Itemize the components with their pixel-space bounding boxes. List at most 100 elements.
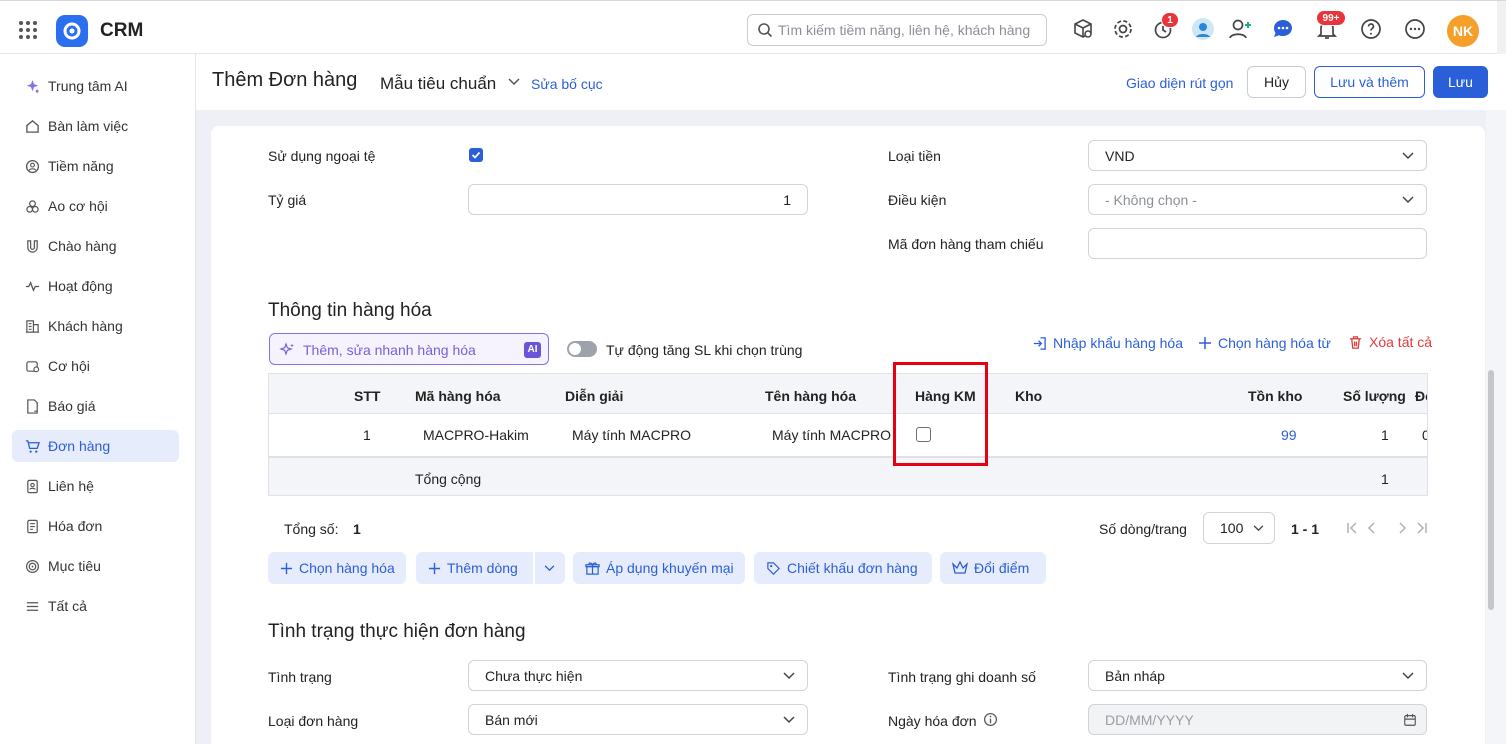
calendar-icon[interactable] <box>1403 713 1417 727</box>
app-launcher-icon[interactable] <box>19 21 37 39</box>
exchange-rate-label: Tỷ giá <box>268 192 307 208</box>
cell-code[interactable]: MACPRO-Hakim <box>423 427 529 443</box>
status-select[interactable]: Chưa thực hiện <box>468 660 808 691</box>
prev-page-icon[interactable] <box>1366 521 1376 535</box>
choose-goods-button[interactable]: Chọn hàng hóa <box>268 552 406 584</box>
promo-column-highlight <box>893 362 988 466</box>
total-row: Tổng cộng 1 <box>269 456 1427 495</box>
sidebar-item-leads[interactable]: Tiềm năng <box>12 150 179 182</box>
app-name: CRM <box>100 20 144 41</box>
user-avatar[interactable]: NK <box>1447 15 1479 47</box>
scrollbar-thumb[interactable] <box>1488 370 1494 610</box>
add-row-dropdown[interactable] <box>535 552 565 584</box>
rows-per-page-select[interactable]: 100 <box>1203 512 1275 544</box>
sidebar-item-workspace[interactable]: Bàn làm việc <box>12 110 179 142</box>
sidebar-item-activities[interactable]: Hoạt động <box>12 270 179 302</box>
sidebar-item-invoices[interactable]: Hóa đơn <box>12 510 179 542</box>
col-header-qty: Số lượng <box>1343 388 1406 404</box>
import-goods-link[interactable]: Nhập khẩu hàng hóa <box>1032 335 1183 351</box>
auto-increase-toggle[interactable] <box>567 341 597 357</box>
cell-name[interactable]: Máy tính MACPRO <box>772 427 891 443</box>
page-scrollbar[interactable] <box>1486 110 1506 744</box>
exchange-rate-field[interactable]: 1 <box>468 184 808 215</box>
sidebar-item-offers[interactable]: Chào hàng <box>12 230 179 262</box>
redeem-points-button[interactable]: Đổi điểm <box>940 552 1046 584</box>
sidebar-item-ai-center[interactable]: Trung tâm AI <box>12 70 179 102</box>
cell-qty[interactable]: 1 <box>1381 427 1389 443</box>
ref-order-field[interactable] <box>1088 228 1427 259</box>
cell-stock[interactable]: 99 <box>1281 427 1297 443</box>
choose-goods-from-label: Chọn hàng hóa từ <box>1218 335 1331 351</box>
ai-sparkle-icon <box>24 78 40 94</box>
help-icon[interactable] <box>1359 17 1385 43</box>
apply-promotion-button[interactable]: Áp dụng khuyến mại <box>573 552 745 584</box>
search-input[interactable] <box>778 21 1040 39</box>
cancel-button[interactable]: Hủy <box>1247 66 1306 98</box>
save-and-add-button[interactable]: Lưu và thêm <box>1314 66 1425 98</box>
sidebar-item-contacts[interactable]: Liên hệ <box>12 470 179 502</box>
last-page-icon[interactable] <box>1416 521 1428 535</box>
sidebar-item-customers[interactable]: Khách hàng <box>12 310 179 342</box>
global-search[interactable] <box>747 14 1047 46</box>
ref-order-label: Mã đơn hàng tham chiếu <box>888 236 1044 252</box>
save-button[interactable]: Lưu <box>1433 66 1488 98</box>
sidebar-item-label: Bàn làm việc <box>48 118 129 134</box>
chevron-down-icon[interactable] <box>508 78 520 86</box>
activity-icon <box>24 278 40 294</box>
assistant-avatar-icon[interactable] <box>1191 17 1217 43</box>
sidebar-item-goals[interactable]: Mục tiêu <box>12 550 179 582</box>
invoice-date-field[interactable]: DD/MM/YYYY <box>1088 704 1427 735</box>
sidebar-item-label: Tiềm năng <box>48 158 114 174</box>
sidebar-item-opportunity-pool[interactable]: Ao cơ hội <box>12 190 179 222</box>
page-range: 1 - 1 <box>1291 521 1320 537</box>
cell-description[interactable]: Máy tính MACPRO <box>572 427 691 443</box>
condition-select[interactable]: - Không chọn - <box>1088 184 1427 215</box>
sidebar-item-orders[interactable]: Đơn hàng <box>12 430 179 462</box>
package-search-icon[interactable] <box>1071 17 1097 43</box>
add-user-icon[interactable] <box>1228 17 1254 43</box>
search-icon <box>758 23 773 38</box>
ai-quick-edit-input[interactable]: Thêm, sửa nhanh hàng hóa AI <box>269 333 549 365</box>
sidebar-item-label: Trung tâm AI <box>48 78 128 94</box>
add-row-button[interactable]: Thêm dòng <box>416 552 533 584</box>
delete-all-link[interactable]: Xóa tất cả <box>1348 334 1432 350</box>
col-header-warehouse: Kho <box>1015 388 1043 404</box>
chevron-down-icon <box>544 564 555 571</box>
sidebar-item-all[interactable]: Tất cả <box>12 590 179 622</box>
compact-view-link[interactable]: Giao diện rút gọn <box>1126 75 1233 91</box>
cell-extra[interactable]: 0 <box>1422 427 1427 443</box>
sales-status-select[interactable]: Bản nháp <box>1088 660 1427 691</box>
plus-icon <box>1199 337 1211 349</box>
tag-icon <box>767 561 780 575</box>
order-discount-button[interactable]: Chiết khấu đơn hàng <box>754 552 932 584</box>
currency-select[interactable]: VND <box>1088 140 1427 171</box>
next-page-icon[interactable] <box>1398 521 1408 535</box>
more-options-icon[interactable] <box>1403 17 1429 43</box>
status-label: Tình trạng <box>268 669 332 685</box>
target-person-icon <box>24 158 40 174</box>
sidebar-item-opportunities[interactable]: Cơ hội <box>12 350 179 382</box>
col-header-extra: Đơ <box>1415 388 1427 404</box>
order-type-select[interactable]: Bán mới <box>468 704 808 735</box>
foreign-currency-checkbox[interactable] <box>469 148 483 162</box>
notification-badge: 99+ <box>1316 10 1346 26</box>
edit-layout-link[interactable]: Sửa bố cục <box>531 76 603 92</box>
building-icon <box>24 318 40 334</box>
col-header-code: Mã hàng hóa <box>415 388 501 404</box>
total-label: Tổng cộng <box>415 471 482 487</box>
sidebar-item-quotes[interactable]: Báo giá <box>12 390 179 422</box>
add-row-label: Thêm dòng <box>447 560 518 576</box>
choose-goods-label: Chọn hàng hóa <box>299 560 395 576</box>
auto-increase-label: Tự động tăng SL khi chọn trùng <box>606 342 803 358</box>
ai-tag: AI <box>524 342 541 358</box>
layout-template-select[interactable]: Mẫu tiêu chuẩn <box>380 74 496 94</box>
col-header-stt: STT <box>354 388 381 404</box>
sidebar-item-label: Ao cơ hội <box>48 198 108 214</box>
chat-icon[interactable] <box>1271 17 1297 43</box>
settings-gear-icon[interactable] <box>1111 17 1137 43</box>
info-icon[interactable] <box>983 712 998 727</box>
chevron-down-icon <box>1402 672 1414 680</box>
choose-goods-from-link[interactable]: Chọn hàng hóa từ <box>1198 335 1331 351</box>
first-page-icon[interactable] <box>1346 521 1358 535</box>
currency-label: Loại tiền <box>888 148 941 164</box>
